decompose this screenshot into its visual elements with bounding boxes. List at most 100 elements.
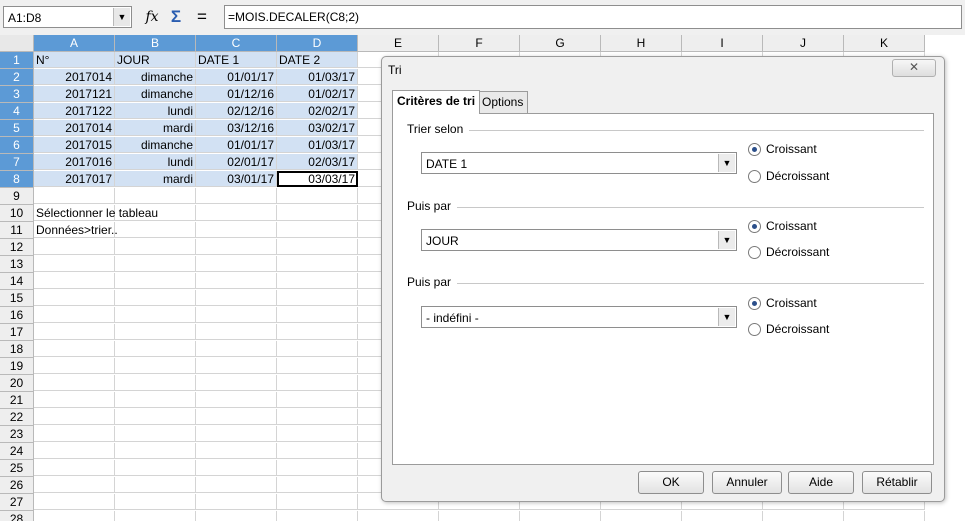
cell-c24[interactable]: [196, 443, 277, 459]
row-header[interactable]: 22: [0, 409, 34, 426]
column-header-j[interactable]: J: [763, 35, 844, 52]
cell-a19[interactable]: [34, 358, 115, 374]
cell-a16[interactable]: [34, 307, 115, 323]
row-header[interactable]: 6: [0, 137, 34, 154]
cell-a23[interactable]: [34, 426, 115, 442]
cell-c19[interactable]: [196, 358, 277, 374]
cell-d26[interactable]: [277, 477, 358, 493]
cell-i28[interactable]: [682, 511, 763, 521]
tab-options[interactable]: Options: [477, 91, 529, 113]
sort-key-3-select[interactable]: - indéfini - ▼: [421, 306, 737, 328]
cell-d10[interactable]: [277, 205, 358, 221]
chevron-down-icon[interactable]: ▼: [718, 231, 735, 249]
row-header[interactable]: 5: [0, 120, 34, 137]
row-header[interactable]: 21: [0, 392, 34, 409]
ok-button[interactable]: OK: [638, 471, 704, 494]
cell-b7[interactable]: lundi: [115, 154, 196, 170]
cell-b14[interactable]: [115, 273, 196, 289]
cell-d16[interactable]: [277, 307, 358, 323]
cell-a6[interactable]: 2017015: [34, 137, 115, 153]
chevron-down-icon[interactable]: ▼: [718, 154, 735, 172]
cell-b17[interactable]: [115, 324, 196, 340]
cell-c4[interactable]: 02/12/16: [196, 103, 277, 119]
cell-b13[interactable]: [115, 256, 196, 272]
cell-b10[interactable]: [115, 205, 196, 221]
cell-c17[interactable]: [196, 324, 277, 340]
row-header[interactable]: 19: [0, 358, 34, 375]
column-header-k[interactable]: K: [844, 35, 925, 52]
cell-a9[interactable]: [34, 188, 115, 204]
cell-a14[interactable]: [34, 273, 115, 289]
cell-d9[interactable]: [277, 188, 358, 204]
cell-d17[interactable]: [277, 324, 358, 340]
cell-c14[interactable]: [196, 273, 277, 289]
cell-c27[interactable]: [196, 494, 277, 510]
row-header[interactable]: 28: [0, 511, 34, 521]
cell-b27[interactable]: [115, 494, 196, 510]
sort-key-2-select[interactable]: JOUR ▼: [421, 229, 737, 251]
cell-a20[interactable]: [34, 375, 115, 391]
cell-d22[interactable]: [277, 409, 358, 425]
cell-c5[interactable]: 03/12/16: [196, 120, 277, 136]
cell-b20[interactable]: [115, 375, 196, 391]
column-header-h[interactable]: H: [601, 35, 682, 52]
cell-c1[interactable]: DATE 1: [196, 52, 277, 68]
row-header[interactable]: 18: [0, 341, 34, 358]
formula-icon[interactable]: =: [191, 6, 213, 28]
row-header[interactable]: 24: [0, 443, 34, 460]
column-header-a[interactable]: A: [34, 35, 115, 52]
cell-c3[interactable]: 01/12/16: [196, 86, 277, 102]
cell-c22[interactable]: [196, 409, 277, 425]
row-header[interactable]: 17: [0, 324, 34, 341]
cell-c16[interactable]: [196, 307, 277, 323]
cell-c23[interactable]: [196, 426, 277, 442]
cell-b18[interactable]: [115, 341, 196, 357]
column-header-f[interactable]: F: [439, 35, 520, 52]
row-header[interactable]: 10: [0, 205, 34, 222]
cell-c13[interactable]: [196, 256, 277, 272]
function-wizard-icon[interactable]: fx: [141, 6, 163, 28]
cell-a4[interactable]: 2017122: [34, 103, 115, 119]
cell-a18[interactable]: [34, 341, 115, 357]
cell-b21[interactable]: [115, 392, 196, 408]
row-header[interactable]: 7: [0, 154, 34, 171]
help-button[interactable]: Aide: [788, 471, 854, 494]
cell-c6[interactable]: 01/01/17: [196, 137, 277, 153]
close-icon[interactable]: ✕: [892, 59, 936, 77]
row-header[interactable]: 1: [0, 52, 34, 69]
name-box[interactable]: A1:D8 ▼: [3, 6, 132, 28]
cell-h28[interactable]: [601, 511, 682, 521]
cell-f28[interactable]: [439, 511, 520, 521]
row-header[interactable]: 2: [0, 69, 34, 86]
column-header-c[interactable]: C: [196, 35, 277, 52]
row-header[interactable]: 9: [0, 188, 34, 205]
row-header[interactable]: 11: [0, 222, 34, 239]
cell-c11[interactable]: [196, 222, 277, 238]
cell-c10[interactable]: [196, 205, 277, 221]
column-header-g[interactable]: G: [520, 35, 601, 52]
cell-b16[interactable]: [115, 307, 196, 323]
cell-a12[interactable]: [34, 239, 115, 255]
cell-c26[interactable]: [196, 477, 277, 493]
cell-b4[interactable]: lundi: [115, 103, 196, 119]
cell-c9[interactable]: [196, 188, 277, 204]
cell-c15[interactable]: [196, 290, 277, 306]
cell-b26[interactable]: [115, 477, 196, 493]
cell-a26[interactable]: [34, 477, 115, 493]
cell-b11[interactable]: [115, 222, 196, 238]
reset-button[interactable]: Rétablir: [862, 471, 932, 494]
cell-b19[interactable]: [115, 358, 196, 374]
row-header[interactable]: 8: [0, 171, 34, 188]
tab-sort-criteria[interactable]: Critères de tri: [392, 90, 481, 114]
cell-b9[interactable]: [115, 188, 196, 204]
cell-b23[interactable]: [115, 426, 196, 442]
cell-a2[interactable]: 2017014: [34, 69, 115, 85]
cell-c12[interactable]: [196, 239, 277, 255]
cell-b24[interactable]: [115, 443, 196, 459]
cancel-button[interactable]: Annuler: [712, 471, 782, 494]
cell-a21[interactable]: [34, 392, 115, 408]
cell-a13[interactable]: [34, 256, 115, 272]
cell-b28[interactable]: [115, 511, 196, 521]
cell-c7[interactable]: 02/01/17: [196, 154, 277, 170]
cell-a27[interactable]: [34, 494, 115, 510]
